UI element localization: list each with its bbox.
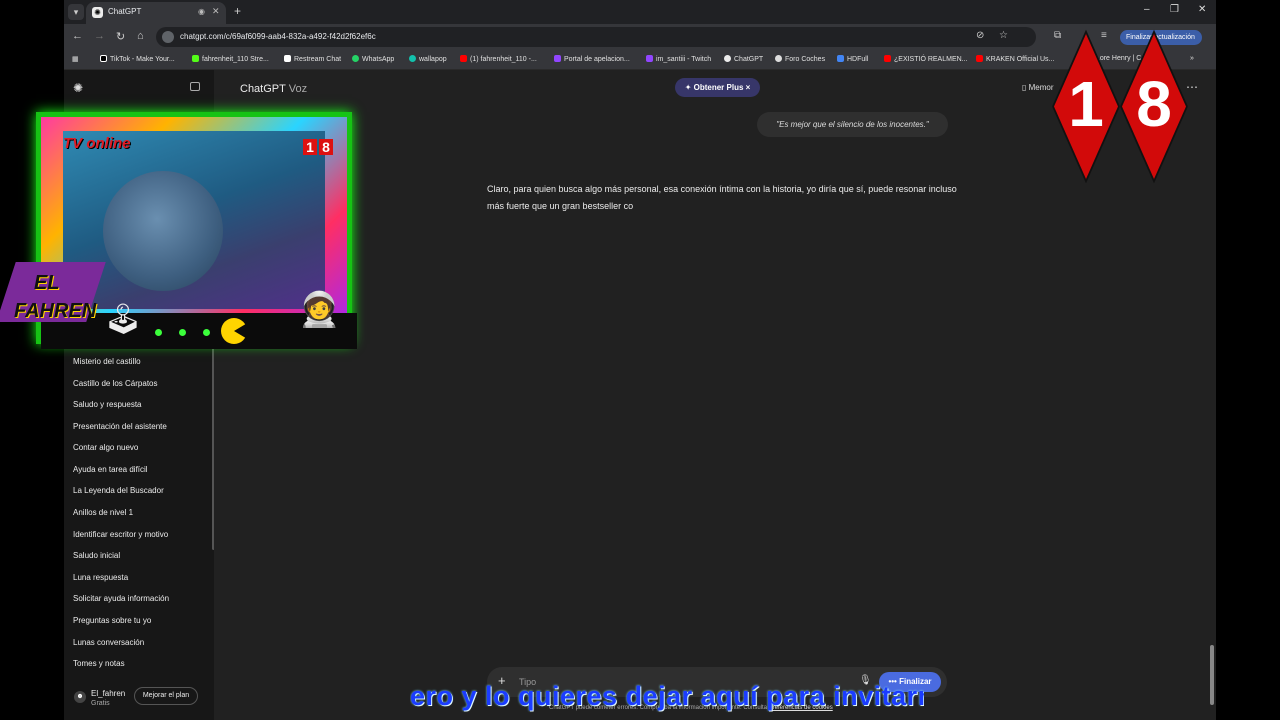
sidebar-toggle-icon[interactable]: [190, 82, 200, 91]
bookmark-star-icon[interactable]: ☆: [999, 30, 1008, 41]
age-18-badge: 1 8: [1052, 29, 1188, 184]
home-icon[interactable]: ⌂: [137, 30, 144, 42]
pac-dot: [203, 329, 210, 336]
user-plan: Gratis: [91, 700, 110, 707]
window-close-icon[interactable]: ✕: [1198, 4, 1206, 15]
el-fahren-logo: EL FAHREN 🕹: [0, 262, 142, 352]
chat-history-item[interactable]: Lunas conversación: [73, 638, 144, 647]
browser-toolbar: ← → ↻ ⌂ chatgpt.com/c/69af6099-aab4-832a…: [64, 24, 1216, 50]
bookmark-item[interactable]: TikTok - Make Your...: [100, 55, 175, 63]
bookmarks-bar: ▦ TikTok - Make Your... fahrenheit_110 S…: [64, 50, 1216, 70]
bookmark-item[interactable]: ChatGPT: [724, 55, 763, 63]
chat-history-item[interactable]: Anillos de nivel 1: [73, 508, 133, 517]
chat-history-item[interactable]: Saludo inicial: [73, 551, 120, 560]
stream-subtitle: ero y lo quieres dejar aquí para invitar…: [410, 681, 924, 711]
pac-dot: [179, 329, 186, 336]
logo-text-el: EL: [34, 272, 60, 294]
chat-history-item[interactable]: Identificar escritor y motivo: [73, 530, 168, 539]
main-scrollbar[interactable]: [1210, 645, 1214, 705]
cam-badge-8: 8: [319, 139, 333, 155]
bookmark-item[interactable]: KRAKEN Official Us...: [976, 55, 1054, 63]
chat-history-item[interactable]: Preguntas sobre tu yo: [73, 616, 151, 625]
bookmark-item[interactable]: WhatsApp: [352, 55, 394, 63]
model-selector[interactable]: ChatGPT Voz: [240, 83, 307, 95]
bookmark-item[interactable]: wallapop: [409, 55, 447, 63]
assistant-message: Claro, para quien busca algo más persona…: [487, 184, 957, 211]
restore-icon[interactable]: ❐: [1170, 4, 1179, 15]
chat-history-item[interactable]: Ayuda en tarea difícil: [73, 465, 148, 474]
joystick-icon: 🕹: [104, 303, 143, 336]
badge-digit-8: 8: [1136, 68, 1172, 140]
screen-frame: ▾ ✺ ChatGPT ◉ ✕ + – ❐ ✕ ← → ↻ ⌂ chatgpt.…: [64, 0, 1216, 720]
forward-icon[interactable]: →: [94, 30, 105, 42]
chat-history-item[interactable]: Contar algo nuevo: [73, 443, 138, 452]
chat-history-item[interactable]: Castillo de los Cárpatos: [73, 379, 157, 388]
bookmark-item[interactable]: Restream Chat: [284, 55, 341, 63]
webcam-overlay: TV online 18 🧑‍🚀 EL FAHREN 🕹: [0, 112, 357, 352]
bookmark-item[interactable]: Foro Coches: [775, 55, 825, 63]
user-name: El_fahren: [91, 689, 126, 698]
bookmark-item[interactable]: (1) fahrenheit_110 -...: [460, 55, 537, 63]
chat-history-item[interactable]: La Leyenda del Buscador: [73, 486, 164, 495]
bookmark-item[interactable]: im_santiii - Twitch: [646, 55, 711, 63]
url-text[interactable]: chatgpt.com/c/69af6099-aab4-832a-a492-f4…: [180, 32, 376, 41]
cam-18-badge: 18: [301, 139, 333, 155]
minimize-icon[interactable]: –: [1144, 4, 1150, 15]
bookmark-item[interactable]: Portal de apelacion...: [554, 55, 630, 63]
app-title-mode: Voz: [288, 83, 308, 95]
chat-history-item[interactable]: Misterio del castillo: [73, 357, 141, 366]
pacman-icon: [221, 318, 247, 344]
user-menu[interactable]: ☻ El_fahren Gratis Mejorar el plan: [64, 680, 214, 720]
avatar[interactable]: ☻: [74, 691, 86, 703]
tab-search-icon[interactable]: ▾: [68, 4, 84, 20]
get-plus-button[interactable]: ✦ Obtener Plus ×: [675, 78, 760, 97]
logo-text-fahren: FAHREN: [14, 300, 97, 322]
chat-history-item[interactable]: Luna respuesta: [73, 573, 128, 582]
tab-chatgpt[interactable]: ✺ ChatGPT ◉ ✕: [86, 2, 226, 24]
pac-dot: [155, 329, 162, 336]
browser-tab-bar: ▾ ✺ ChatGPT ◉ ✕ + – ❐ ✕: [64, 0, 1216, 24]
tv-online-label: TV online: [63, 135, 131, 152]
audio-playing-icon[interactable]: ◉: [198, 7, 205, 16]
memory-button[interactable]: ▯ Memor: [1022, 83, 1054, 92]
apps-grid-icon[interactable]: ▦: [72, 55, 79, 63]
cam-badge-1: 1: [303, 139, 317, 155]
more-bookmarks-icon[interactable]: »: [1190, 55, 1194, 62]
tab-title: ChatGPT: [108, 7, 142, 16]
bookmark-item[interactable]: fahrenheit_110 Stre...: [192, 55, 269, 63]
chat-history-item[interactable]: Tomes y notas: [73, 659, 125, 668]
app-title: ChatGPT: [240, 83, 286, 95]
chat-history-item[interactable]: Saludo y respuesta: [73, 400, 142, 409]
chat-history-item[interactable]: Solicitar ayuda información: [73, 594, 169, 603]
bookmark-item[interactable]: ¿EXISTIÓ REALMEN...: [884, 55, 968, 63]
reload-icon[interactable]: ↻: [116, 30, 125, 43]
address-bar[interactable]: chatgpt.com/c/69af6099-aab4-832a-a492-f4…: [156, 27, 1036, 47]
chatgpt-favicon-icon: ✺: [92, 7, 103, 18]
upgrade-plan-button[interactable]: Mejorar el plan: [134, 687, 198, 705]
openai-logo-icon[interactable]: ✺: [73, 81, 83, 95]
bookmark-item[interactable]: HDFull: [837, 55, 868, 63]
site-info-icon[interactable]: [162, 31, 174, 43]
close-tab-icon[interactable]: ✕: [212, 6, 220, 17]
badge-digit-1: 1: [1068, 68, 1104, 140]
eye-off-icon[interactable]: ⊘: [976, 30, 984, 41]
new-tab-icon[interactable]: +: [234, 4, 241, 18]
user-message: "Es mejor que el silencio de los inocent…: [757, 112, 948, 137]
back-icon[interactable]: ←: [72, 30, 83, 42]
chat-history-item[interactable]: Presentación del asistente: [73, 422, 167, 431]
astronaut-icon: 🧑‍🚀: [298, 291, 341, 329]
